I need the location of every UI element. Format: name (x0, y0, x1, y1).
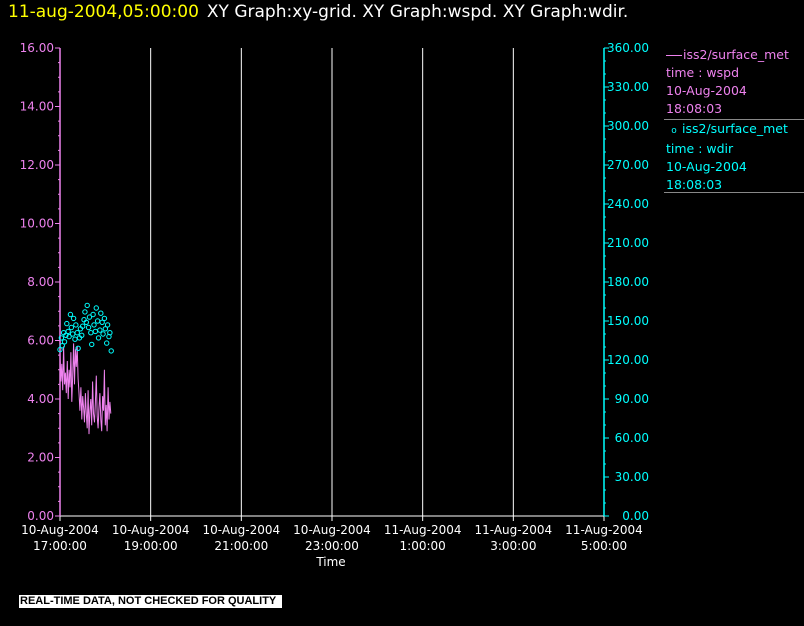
x-tick-time: 5:00:00 (581, 539, 627, 553)
y-left-tick-label: 8.00 (27, 275, 54, 289)
wdir-point (74, 330, 80, 336)
wdir-point (91, 322, 97, 328)
wdir-point (70, 315, 77, 322)
wdir-point (92, 328, 99, 335)
y-left-tick-label: 2.00 (27, 451, 54, 465)
y-left-tick-label: 16.00 (20, 41, 54, 55)
wdir-point (73, 322, 79, 328)
x-tick-date: 10-Aug-2004 (293, 523, 371, 537)
y-right-tick-label: 30.00 (615, 470, 649, 484)
y-right-tick-label: 360.00 (607, 41, 649, 55)
y-left-tick-label: 6.00 (27, 334, 54, 348)
x-tick-time: 17:00:00 (33, 539, 87, 553)
x-tick-time: 23:00:00 (305, 539, 359, 553)
line-swatch-icon (666, 55, 682, 56)
wspd-line (59, 343, 112, 435)
wdir-point (72, 336, 78, 342)
wdir-point (90, 311, 96, 318)
x-tick-date: 11-Aug-2004 (384, 523, 462, 537)
y-left-tick-label: 12.00 (20, 158, 54, 172)
legend-entry-wspd-date: 10-Aug-2004 (666, 83, 747, 98)
x-tick-date: 10-Aug-2004 (203, 523, 281, 537)
x-tick-time: 1:00:00 (400, 539, 446, 553)
y-left-tick-label: 4.00 (27, 392, 54, 406)
wdir-point (65, 328, 71, 335)
wdir-point (84, 302, 90, 309)
wdir-point (108, 348, 114, 354)
wdir-point (93, 305, 99, 311)
y-left-tick-label: 0.00 (27, 509, 54, 523)
x-tick-date: 11-Aug-2004 (565, 523, 643, 537)
wdir-point (61, 339, 68, 345)
y-right-tick-label: 90.00 (615, 392, 649, 406)
vertical-grid (150, 48, 605, 516)
wdir-point (85, 324, 92, 331)
wdir-point (88, 330, 94, 336)
legend-wdir: o iss2/surface_met time : wdir 10-Aug-200… (666, 120, 788, 194)
data-series (57, 302, 114, 435)
legend-divider (664, 192, 804, 193)
y-right-tick-label: 150.00 (607, 314, 649, 328)
axes: 0.00 2.00 4.00 6.00 8.00 10.00 12.00 14.00 16.00… (20, 41, 649, 523)
y-right-tick-label: 300.00 (607, 119, 649, 133)
y-left-tick-label: 10.00 (20, 217, 54, 231)
legend-entry-wspd-time: 18:08:03 (666, 101, 723, 116)
x-tick-time: 19:00:00 (124, 539, 178, 553)
y-right-tick-label: 120.00 (607, 353, 649, 367)
wdir-point (69, 331, 76, 337)
legend-entry-wdir-name: o iss2/surface_met (666, 120, 788, 140)
quality-disclaimer: REAL-TIME DATA, NOT CHECKED FOR QUALITY (19, 595, 283, 608)
legend-entry-wdir-date: 10-Aug-2004 (666, 159, 747, 174)
x-axis-label: Time (315, 555, 345, 569)
wdir-point (67, 311, 74, 318)
circle-marker-icon: o (671, 126, 677, 136)
wdir-point (100, 331, 106, 337)
y-right-tick-label: 180.00 (607, 275, 649, 289)
wdir-point (104, 322, 111, 328)
wdir-point (68, 324, 75, 331)
x-tick-labels: 10-Aug-2004 17:00:00 10-Aug-2004 19:00:00 10… (21, 523, 643, 553)
wdir-point (103, 340, 110, 346)
y-right-tick-label: 0.00 (622, 509, 649, 523)
legend-entry-wdir-var: time : wdir (666, 141, 734, 156)
y-right-tick-label: 210.00 (607, 236, 649, 250)
wdir-point (75, 345, 81, 351)
legend-entry-wspd-name: iss2/surface_met (666, 46, 789, 64)
wdir-point (94, 318, 101, 324)
x-tick-date: 10-Aug-2004 (21, 523, 99, 537)
wdir-point (98, 310, 104, 316)
x-tick-time: 3:00:00 (490, 539, 536, 553)
wdir-point (97, 327, 103, 333)
wdir-point (101, 315, 108, 322)
wdir-point (82, 309, 88, 315)
x-tick-time: 21:00:00 (214, 539, 268, 553)
y-right-tick-label: 270.00 (607, 158, 649, 172)
y-right-tick-label: 60.00 (615, 431, 649, 445)
legend-entry-wspd-var: time : wspd (666, 65, 740, 80)
y-right-tick-label: 330.00 (607, 80, 649, 94)
legend-wspd: iss2/surface_met time : wspd 10-Aug-2004… (666, 46, 789, 118)
wdir-point (64, 320, 70, 327)
wdir-point (95, 335, 102, 341)
y-left-tick-label: 14.00 (20, 100, 54, 114)
wdir-point (89, 341, 95, 348)
y-right-tick-label: 240.00 (607, 197, 649, 211)
x-tick-date: 11-Aug-2004 (475, 523, 553, 537)
x-tick-date: 10-Aug-2004 (112, 523, 190, 537)
